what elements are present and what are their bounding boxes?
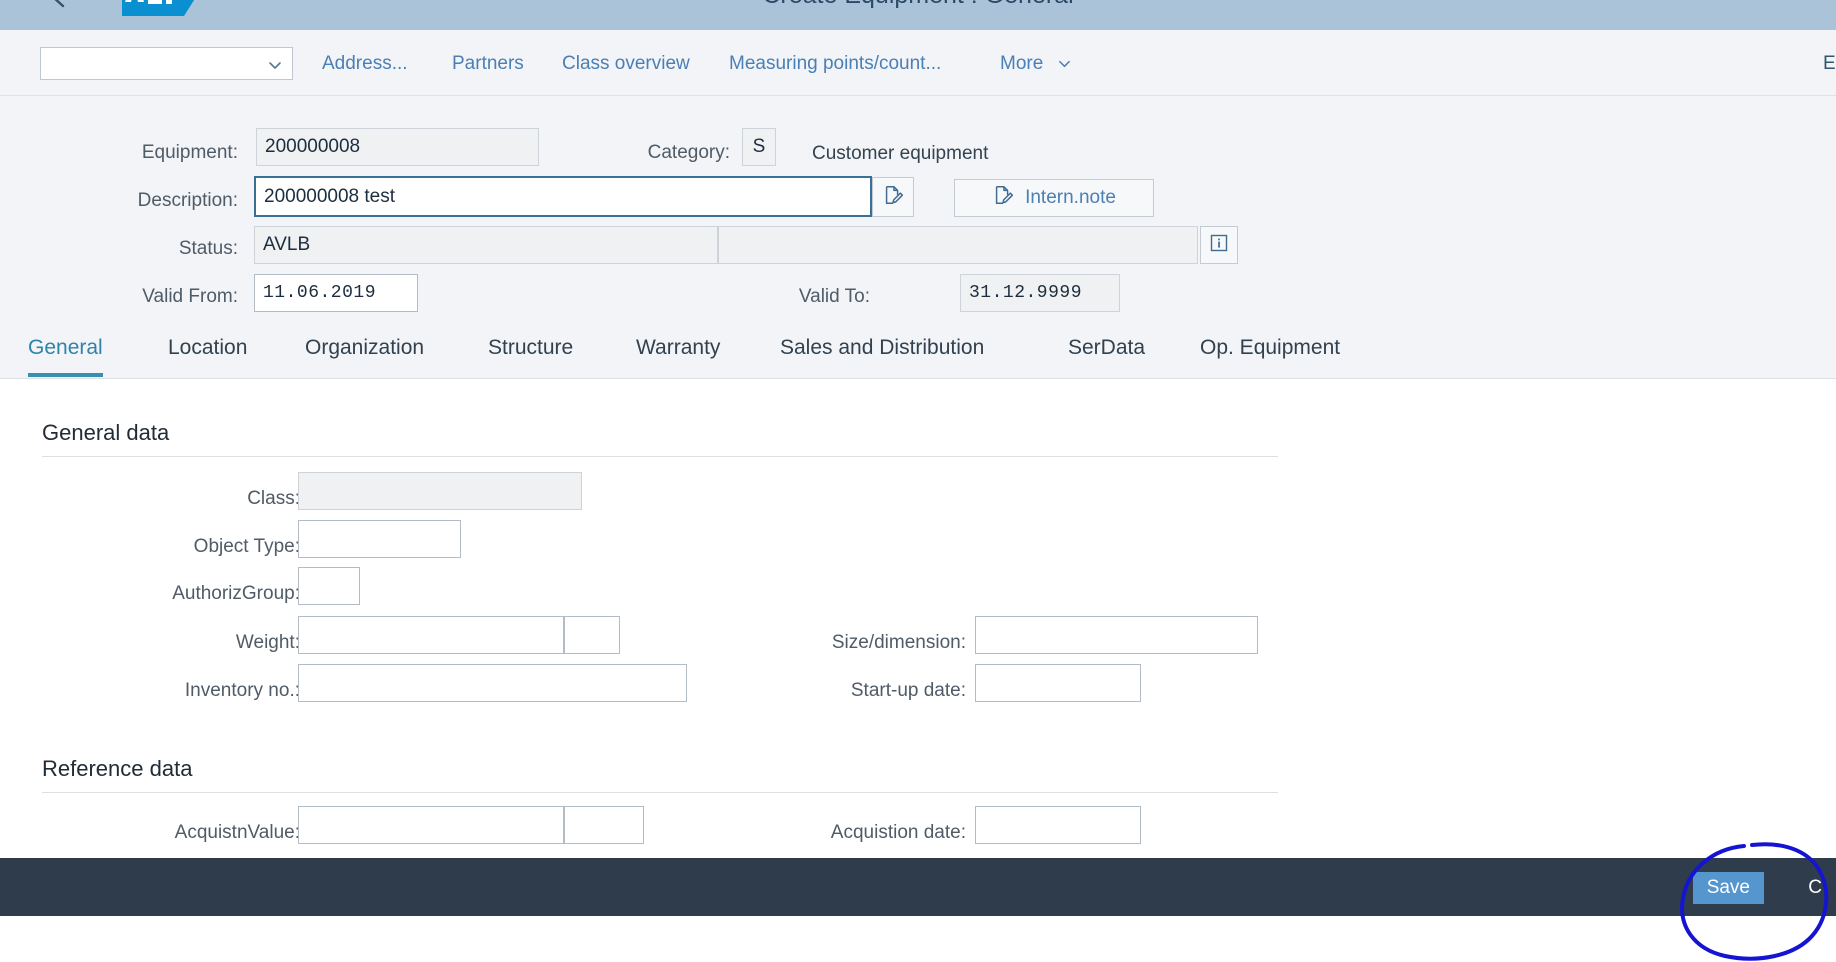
general-data-section-divider xyxy=(42,456,1278,457)
inventory-no-field[interactable] xyxy=(298,664,687,702)
tab-op-equipment[interactable]: Op. Equipment xyxy=(1200,336,1340,373)
weight-field[interactable] xyxy=(298,616,564,654)
information-icon xyxy=(1209,233,1229,258)
toolbar-more-button[interactable]: More xyxy=(1000,53,1072,75)
general-data-section-title: General data xyxy=(42,420,170,445)
chevron-down-icon xyxy=(1057,55,1072,70)
start-up-date-label: Start-up date: xyxy=(850,680,966,701)
status-info-button[interactable] xyxy=(1200,226,1238,264)
acquistn-value-field[interactable] xyxy=(298,806,564,844)
tab-warranty[interactable]: Warranty xyxy=(636,336,720,373)
valid-to-field[interactable] xyxy=(960,274,1120,312)
toolbar-action-class-overview[interactable]: Class overview xyxy=(562,53,690,75)
intern-note-button[interactable]: Intern.note xyxy=(954,179,1154,217)
object-type-field[interactable] xyxy=(298,520,461,558)
equipment-field[interactable] xyxy=(256,128,539,166)
authoriz-group-field[interactable] xyxy=(298,567,360,605)
description-edit-button[interactable] xyxy=(872,177,914,217)
description-label: Description: xyxy=(137,190,238,211)
toolbar-select[interactable] xyxy=(40,47,293,80)
class-label: Class: xyxy=(247,488,300,509)
edit-note-icon xyxy=(882,184,904,211)
object-type-label: Object Type: xyxy=(193,536,300,557)
acquistn-currency-field[interactable] xyxy=(564,806,644,844)
size-dimension-label: Size/dimension: xyxy=(831,632,966,653)
inventory-no-label: Inventory no.: xyxy=(184,680,300,701)
shell-header: Create Equipment : General xyxy=(0,0,1836,30)
authoriz-group-label: AuthorizGroup: xyxy=(172,583,300,604)
edit-note-icon xyxy=(992,184,1014,212)
weight-label: Weight: xyxy=(235,632,300,653)
acquistn-value-label: AcquistnValue: xyxy=(174,822,300,843)
tab-content-general xyxy=(0,379,1836,858)
category-description-text: Customer equipment xyxy=(812,143,989,164)
valid-to-label: Valid To: xyxy=(798,286,870,307)
toolbar-action-partners[interactable]: Partners xyxy=(452,53,524,75)
valid-from-field[interactable] xyxy=(254,274,418,312)
status-secondary-field[interactable] xyxy=(718,226,1198,264)
category-field[interactable] xyxy=(742,128,776,166)
toolbar-overflow-action[interactable]: E xyxy=(1823,53,1836,75)
reference-data-section-divider xyxy=(42,792,1278,793)
valid-from-label: Valid From: xyxy=(142,286,238,307)
cancel-button[interactable]: C xyxy=(1794,872,1836,904)
toolbar-action-address[interactable]: Address... xyxy=(322,53,408,75)
save-button[interactable]: Save xyxy=(1692,872,1764,904)
equipment-label: Equipment: xyxy=(141,142,238,163)
description-input[interactable] xyxy=(254,176,872,217)
class-field[interactable] xyxy=(298,472,582,510)
toolbar-action-measuring-points[interactable]: Measuring points/count... xyxy=(729,53,941,75)
tab-structure[interactable]: Structure xyxy=(488,336,573,373)
reference-data-section-title: Reference data xyxy=(42,756,193,781)
weight-unit-field[interactable] xyxy=(564,616,620,654)
intern-note-label: Intern.note xyxy=(1025,187,1116,208)
action-toolbar: Address... Partners Class overview Measu… xyxy=(0,30,1836,96)
chevron-down-icon xyxy=(267,57,283,73)
tab-location[interactable]: Location xyxy=(168,336,247,373)
status-field[interactable] xyxy=(254,226,718,264)
tab-organization[interactable]: Organization xyxy=(305,336,424,373)
category-label: Category: xyxy=(647,142,730,163)
tab-serdata[interactable]: SerData xyxy=(1068,336,1145,373)
page-title: Create Equipment : General xyxy=(0,0,1836,10)
tab-sales-and-distribution[interactable]: Sales and Distribution xyxy=(780,336,984,373)
tab-general[interactable]: General xyxy=(28,336,103,377)
footer-bar: Save C xyxy=(0,858,1836,916)
acquistion-date-label: Acquistion date: xyxy=(830,822,966,843)
toolbar-more-label: More xyxy=(1000,53,1044,74)
acquistion-date-field[interactable] xyxy=(975,806,1141,844)
size-dimension-field[interactable] xyxy=(975,616,1258,654)
status-label: Status: xyxy=(178,238,238,259)
icon-tab-bar: General Location Organization Structure … xyxy=(0,327,1836,379)
start-up-date-field[interactable] xyxy=(975,664,1141,702)
sap-fiori-create-equipment-page: Create Equipment : General Address... Pa… xyxy=(0,0,1836,962)
